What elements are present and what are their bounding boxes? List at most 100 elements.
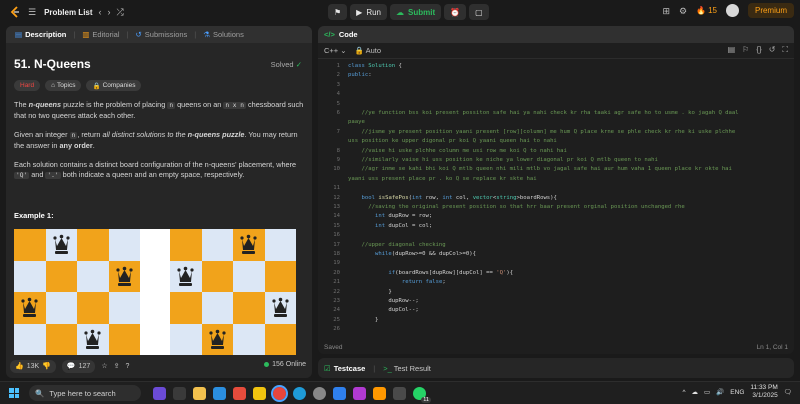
format-braces-icon[interactable]: {} — [756, 45, 761, 55]
layout-icon[interactable]: ⊞ — [662, 6, 670, 16]
timer-button[interactable]: ⏰ — [444, 4, 467, 20]
tab-description[interactable]: ▤ Description — [12, 30, 69, 39]
vscode-icon[interactable] — [333, 386, 346, 400]
tab-label: Description — [25, 30, 67, 39]
store-app-icon[interactable] — [213, 386, 226, 400]
code-line[interactable]: //jisme ye present position yaani presen… — [348, 128, 735, 137]
code-editor[interactable]: 1 class Solution {2 public: 3 4 5 6 //ye funct… — [318, 62, 794, 338]
tab-testcase[interactable]: ☑ Testcase — [324, 364, 365, 373]
problem-tags: Hard ⌂ Topics 🔒 Companies — [14, 80, 142, 91]
code-line[interactable]: while(dupRow>=0 && dupCol>=0){ — [348, 250, 476, 259]
code-line[interactable]: //similarly vaise hi uss position ke nic… — [348, 156, 657, 165]
debug-button[interactable]: ⚑ — [328, 4, 348, 20]
code-line[interactable]: class Solution { — [348, 62, 402, 71]
line-number: 26 — [333, 326, 340, 333]
tab-test-result[interactable]: >_ Test Result — [383, 364, 431, 373]
file-explorer-icon[interactable] — [193, 386, 206, 400]
autocomplete-mode[interactable]: 🔒 Auto — [355, 46, 381, 55]
calculator-icon[interactable] — [393, 386, 406, 400]
media-app-icon[interactable] — [153, 386, 166, 400]
share-icon[interactable]: ⇪ — [114, 362, 120, 370]
whatsapp-icon[interactable]: 11 — [413, 386, 431, 403]
board-square — [14, 323, 46, 355]
code-line[interactable]: int dupCol = col; — [348, 222, 432, 231]
code-line[interactable]: public: — [348, 71, 372, 80]
notes-app-icon[interactable] — [253, 386, 266, 400]
settings-app-icon[interactable] — [313, 386, 326, 400]
line-number: 4 — [336, 91, 340, 98]
code-line[interactable]: //saving the original present position s… — [348, 203, 685, 212]
settings-gear-icon[interactable]: ⚙ — [679, 6, 687, 16]
problem-list-icon[interactable]: ☰ — [28, 7, 36, 17]
code-line[interactable]: return false; — [348, 278, 446, 287]
thumbs-up-icon: 👍 — [15, 363, 24, 370]
code-line[interactable]: dupRow--; — [348, 297, 418, 306]
problem-list-link[interactable]: Problem List — [44, 8, 92, 17]
code-line[interactable]: paaye — [348, 118, 365, 127]
sublime-icon[interactable] — [373, 386, 386, 400]
board-square — [14, 260, 46, 292]
line-number: 5 — [336, 100, 340, 107]
help-icon[interactable]: ? — [125, 363, 129, 370]
board-square — [233, 260, 265, 292]
network-icon[interactable]: ▭ — [704, 388, 710, 396]
topics-tag[interactable]: ⌂ Topics — [45, 80, 82, 91]
note-icon[interactable]: ▤ — [728, 45, 736, 55]
shuffle-icon[interactable]: ⤮ — [117, 7, 124, 17]
notification-icon[interactable]: 🗨 — [784, 388, 792, 396]
problem-title[interactable]: 51. N-Queens — [14, 57, 91, 71]
language-select[interactable]: C++ ⌄ — [324, 46, 347, 55]
premium-button[interactable]: Premium — [747, 3, 794, 18]
tab-solutions[interactable]: ⚗ Solutions — [200, 30, 247, 39]
photo-app-icon[interactable] — [233, 386, 246, 400]
board-square — [264, 229, 296, 261]
tab-submissions[interactable]: ↺ Submissions — [132, 30, 190, 39]
taskbar-search[interactable]: 🔍 Type here to search — [29, 385, 141, 401]
reset-icon[interactable]: ↺ — [769, 45, 776, 55]
code-line[interactable]: if(boardRows[dupRow][dupCol] == 'Q'){ — [348, 269, 513, 278]
code-tab-label[interactable]: Code — [339, 30, 358, 39]
comments-button[interactable]: 💬 127 — [61, 359, 96, 373]
code-line[interactable]: bool isSafePos(int row, int col, vector<… — [348, 194, 556, 203]
code-line[interactable]: } — [348, 288, 391, 297]
language-indicator[interactable]: ENG — [730, 389, 744, 396]
prev-problem-icon[interactable]: ‹ — [99, 7, 102, 17]
task-view-icon[interactable] — [173, 386, 186, 400]
code-line[interactable]: uss position ke upper digonal pr koi Q y… — [348, 137, 557, 146]
thumbs-down-icon[interactable]: 👎 — [42, 362, 51, 370]
code-line[interactable]: //ye function bss koi present possiton s… — [348, 109, 738, 118]
code-line[interactable]: } — [348, 316, 378, 325]
like-button[interactable]: 👍 13K 👎 — [10, 359, 56, 373]
clock[interactable]: 11:33 PM 3/1/2025 — [750, 384, 777, 400]
save-status: Saved — [324, 343, 343, 351]
chevron-up-icon[interactable]: ^ — [682, 389, 685, 396]
online-dot-icon — [264, 362, 270, 367]
code-line[interactable]: int dupRow = row; — [348, 212, 432, 221]
code-brackets-icon: </> — [324, 30, 335, 39]
fire-icon: 🔥 — [696, 6, 707, 15]
submit-button[interactable]: ☁ Submit — [390, 4, 442, 20]
fullscreen-icon[interactable]: ⛶ — [782, 45, 788, 55]
tab-editorial[interactable]: ▥ Editorial — [79, 30, 122, 39]
volume-icon[interactable]: 🔊 — [716, 388, 724, 396]
companies-tag[interactable]: 🔒 Companies — [86, 80, 142, 91]
run-button[interactable]: ▶ Run — [350, 4, 388, 20]
windows-start-icon[interactable] — [9, 388, 19, 398]
code-line[interactable]: //upper diagonal checking — [348, 241, 445, 250]
chrome-icon[interactable] — [271, 384, 288, 402]
problem-paragraph-1: The n-queens puzzle is the problem of pl… — [14, 100, 304, 121]
leetcode-logo-icon[interactable] — [8, 5, 22, 19]
bookmark-icon[interactable]: ⚐ — [742, 45, 749, 55]
star-icon[interactable]: ☆ — [101, 362, 107, 370]
code-line[interactable]: //agr inme se kahi bhi koi Q mtlb queen … — [348, 165, 731, 174]
cloud-icon[interactable]: ☁ — [692, 388, 699, 396]
code-line[interactable]: dupCol--; — [348, 306, 418, 315]
code-line[interactable]: yaani uss present place pr . ko Q se rep… — [348, 175, 537, 184]
notes-button[interactable]: ▢ — [469, 4, 489, 20]
code-line[interactable]: //vaise hi uske plchhe column me usi row… — [348, 147, 566, 156]
edge-icon[interactable] — [293, 386, 306, 400]
office-app-icon[interactable] — [353, 386, 366, 400]
streak-counter[interactable]: 🔥 15 — [696, 6, 717, 15]
user-avatar[interactable] — [725, 4, 739, 17]
next-problem-icon[interactable]: › — [108, 7, 111, 17]
